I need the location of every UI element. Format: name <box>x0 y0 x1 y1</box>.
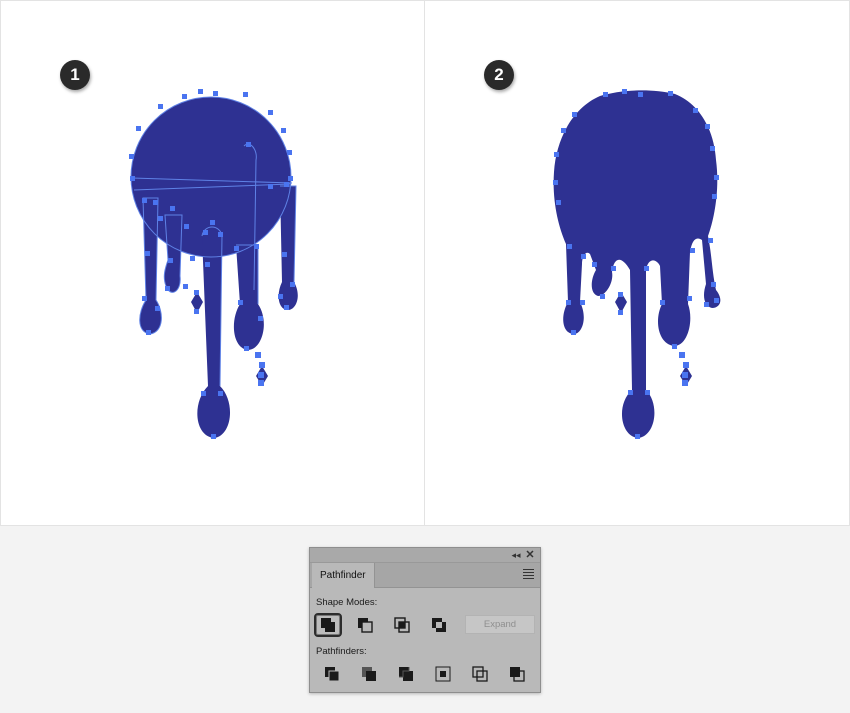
crop-button[interactable] <box>429 662 457 686</box>
pathfinders-label: Pathfinders: <box>316 646 367 657</box>
merge-button[interactable] <box>392 662 420 686</box>
step-badge-1: 1 <box>60 60 90 90</box>
tab-pathfinder[interactable]: Pathfinder <box>312 563 375 588</box>
minus-back-icon <box>510 667 525 682</box>
pathfinder-panel: ◂◂ ✕ Pathfinder Shape Modes: Expand Path… <box>309 547 541 693</box>
expand-button[interactable]: Expand <box>465 615 535 634</box>
outline-button[interactable] <box>466 662 494 686</box>
panel-titlebar[interactable]: ◂◂ ✕ <box>310 548 540 563</box>
divide-icon <box>325 667 340 682</box>
minus-front-button[interactable] <box>351 613 379 637</box>
trim-icon <box>362 667 376 681</box>
merged-drip-shape <box>553 90 721 438</box>
collapse-panel-icon[interactable]: ◂◂ <box>510 548 522 562</box>
intersect-button[interactable] <box>388 613 416 637</box>
merge-icon <box>399 667 413 681</box>
divide-button[interactable] <box>318 662 346 686</box>
drip-artwork-step-2[interactable] <box>0 0 850 526</box>
intersect-icon <box>394 617 410 633</box>
crop-icon <box>435 666 451 682</box>
outline-icon <box>472 666 488 682</box>
trim-button[interactable] <box>355 662 383 686</box>
minus-back-button[interactable] <box>503 662 531 686</box>
shape-modes-label: Shape Modes: <box>316 597 378 608</box>
close-icon[interactable]: ✕ <box>524 548 536 562</box>
panel-menu-icon[interactable] <box>523 569 534 581</box>
step-badge-2: 2 <box>484 60 514 90</box>
unite-icon <box>321 618 335 632</box>
exclude-button[interactable] <box>425 613 453 637</box>
unite-button[interactable] <box>314 613 342 637</box>
minus-front-icon <box>358 618 373 633</box>
exclude-icon <box>432 618 446 632</box>
panel-tab-row: Pathfinder <box>310 563 540 588</box>
